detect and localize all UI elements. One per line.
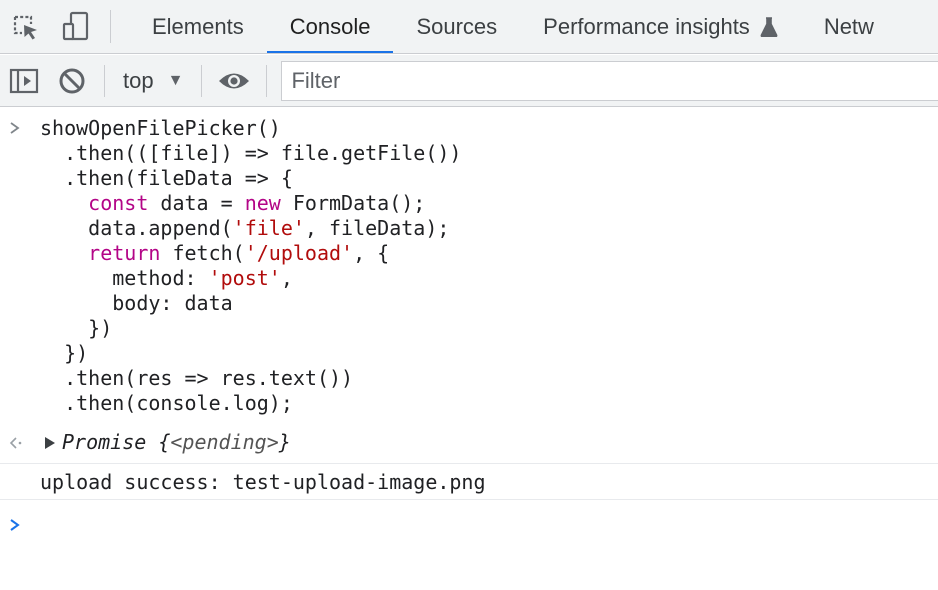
code-line: .then(([file]) => file.getFile()) xyxy=(40,141,462,165)
toolbar-separator xyxy=(201,64,203,97)
show-sidebar-button[interactable] xyxy=(0,55,48,107)
toolbar-separator xyxy=(104,64,105,97)
flask-icon xyxy=(760,16,778,37)
console-output: showOpenFilePicker() .then(([file]) => f… xyxy=(0,108,938,590)
code-line: const data = new FormData(); xyxy=(88,191,426,215)
toolbar-separator xyxy=(266,64,268,97)
devtools-tab-bar: Elements Console Sources Performance ins… xyxy=(0,0,938,54)
tab-label: Sources xyxy=(416,13,498,39)
code-line: return fetch('/upload', { xyxy=(88,241,390,265)
code-line: .then(console.log); xyxy=(40,391,293,415)
result-arrow-icon xyxy=(8,435,26,451)
code-line: showOpenFilePicker() xyxy=(40,116,281,140)
prompt-chevron-icon xyxy=(8,120,22,136)
code-line: .then(res => res.text()) xyxy=(40,366,354,390)
console-prompt[interactable] xyxy=(8,514,22,538)
console-input-entry[interactable]: showOpenFilePicker() .then(([file]) => f… xyxy=(0,108,938,422)
filter-input[interactable]: Filter xyxy=(281,60,938,101)
sidebar-toggle-icon xyxy=(9,68,39,93)
tabbar-separator xyxy=(110,10,111,43)
tab-console[interactable]: Console xyxy=(266,0,394,53)
tab-sources[interactable]: Sources xyxy=(393,0,520,53)
console-log-entry: upload success: test-upload-image.png xyxy=(0,464,938,500)
tab-elements[interactable]: Elements xyxy=(129,0,267,53)
clear-console-icon xyxy=(59,68,85,93)
result-state: <pending> xyxy=(170,430,279,454)
tab-label: Elements xyxy=(152,13,244,39)
tab-label: Netw xyxy=(823,13,874,39)
prompt-chevron-icon xyxy=(10,519,20,531)
execution-context-selector[interactable]: top ▼ xyxy=(113,55,193,107)
result-open-brace: { xyxy=(146,430,171,454)
code-line: }) xyxy=(40,341,89,365)
inspect-element-icon xyxy=(13,15,37,39)
code-line: }) xyxy=(40,316,113,340)
chevron-down-icon: ▼ xyxy=(167,71,184,89)
log-message: upload success: test-upload-image.png xyxy=(40,470,486,494)
tab-label: Performance insights xyxy=(543,13,750,39)
console-result-entry: Promise { <pending> } xyxy=(0,422,938,464)
code-line: data.append('file', fileData); xyxy=(40,216,450,240)
code-line: .then(fileData => { xyxy=(40,166,293,190)
code-line: method: 'post', xyxy=(40,266,293,290)
code-line: body: data xyxy=(40,291,233,315)
device-toolbar-icon xyxy=(62,11,89,40)
result-close-brace: } xyxy=(278,430,291,454)
console-toolbar: top ▼ Filter xyxy=(0,55,938,107)
promise-result[interactable]: Promise { <pending> } xyxy=(44,430,291,455)
clear-console-button[interactable] xyxy=(48,55,96,107)
tab-network[interactable]: Netw xyxy=(801,0,897,53)
tab-performance-insights[interactable]: Performance insights xyxy=(520,0,801,53)
context-label: top xyxy=(123,67,154,93)
inspect-element-button[interactable] xyxy=(0,0,50,53)
filter-placeholder: Filter xyxy=(291,67,341,93)
eye-icon xyxy=(219,73,250,88)
device-toolbar-button[interactable] xyxy=(50,0,102,53)
live-expression-button[interactable] xyxy=(210,55,258,107)
expand-triangle-icon[interactable] xyxy=(44,436,56,450)
tab-label: Console xyxy=(289,13,371,39)
result-type: Promise xyxy=(62,430,147,454)
